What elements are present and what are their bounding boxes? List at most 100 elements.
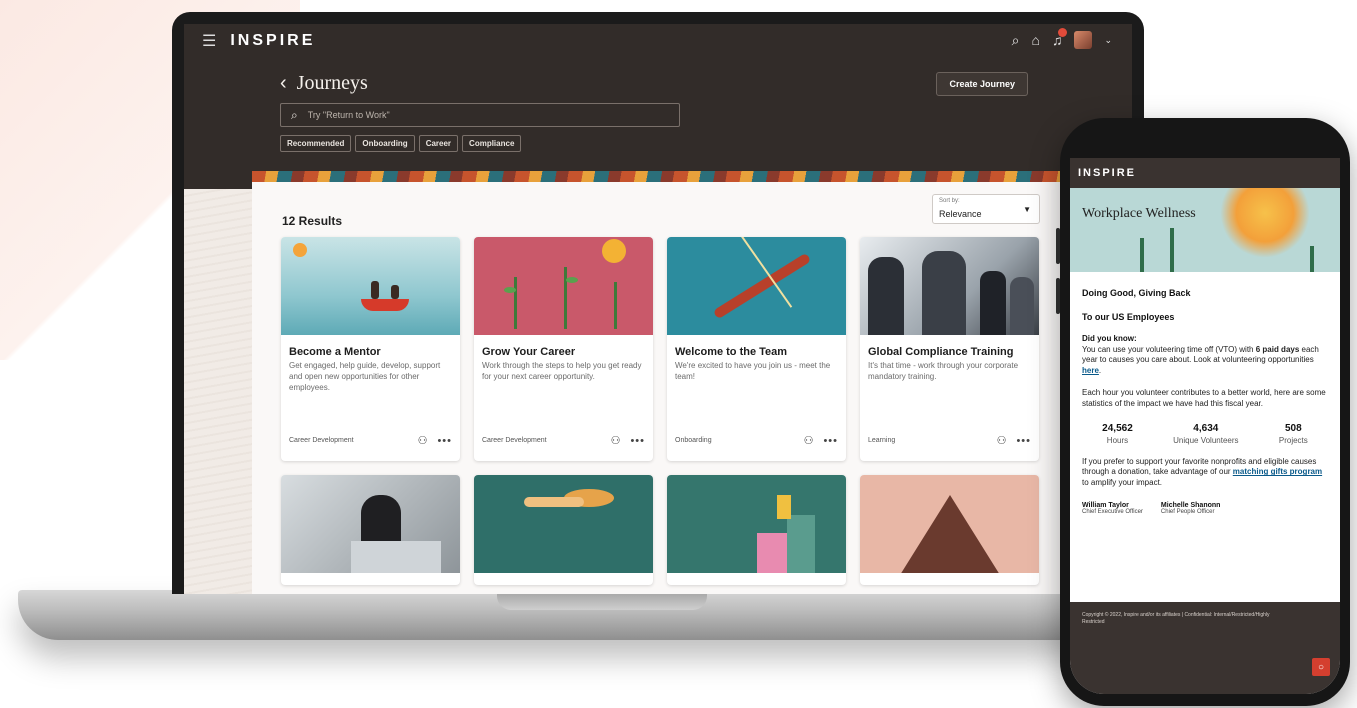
chip-recommended[interactable]: Recommended bbox=[280, 135, 352, 152]
sort-select[interactable]: Sort by: Relevance ▼ bbox=[932, 194, 1040, 224]
signer-cpo: Michelle Shanonn Chief People Officer bbox=[1160, 502, 1221, 516]
stat-volunteers: 4,634 Unique Volunteers bbox=[1173, 422, 1239, 445]
phone-body: Doing Good, Giving Back To our US Employ… bbox=[1070, 272, 1340, 525]
journey-card-compliance[interactable]: Global Compliance Training It's that tim… bbox=[860, 237, 1039, 461]
card-description: It's that time - work through your corpo… bbox=[868, 361, 1019, 382]
card-description: We're excited to have you join us - meet… bbox=[675, 361, 831, 382]
phone-subheading: To our US Employees bbox=[1082, 312, 1175, 322]
card-category: Career Development bbox=[289, 437, 354, 444]
people-icon[interactable]: ⚇ bbox=[611, 434, 621, 447]
signer-ceo: William Taylor Chief Executive Officer bbox=[1082, 502, 1143, 516]
card-footer: Onboarding ⚇ ••• bbox=[675, 434, 838, 448]
page-title-row: ‹ Journeys bbox=[280, 72, 368, 95]
mentor-illustration bbox=[281, 237, 460, 335]
desk-photo bbox=[281, 475, 460, 573]
card-footer: Career Development ⚇ ••• bbox=[289, 434, 452, 448]
marketing-stage: ☰ INSPIRE ⌕ ⌂ ♫ ⌄ ‹ Journeys Create Jour… bbox=[0, 0, 1357, 708]
people-icon[interactable]: ⚇ bbox=[418, 434, 428, 447]
search-placeholder: Try "Return to Work" bbox=[307, 110, 390, 120]
journey-card-summit[interactable] bbox=[860, 475, 1039, 585]
filter-chips: Recommended Onboarding Career Compliance bbox=[280, 135, 522, 152]
card-description: Get engaged, help guide, develop, suppor… bbox=[289, 361, 441, 392]
phone-hero-title: Workplace Wellness bbox=[1082, 206, 1196, 221]
journey-card-blocks[interactable] bbox=[667, 475, 846, 585]
notifications-icon[interactable]: ♫ bbox=[1052, 28, 1068, 48]
people-icon[interactable]: ⚇ bbox=[804, 434, 814, 447]
more-options-icon[interactable]: ••• bbox=[1016, 435, 1031, 447]
sort-value: Relevance bbox=[939, 209, 982, 219]
compliance-photo bbox=[860, 237, 1039, 335]
phone-brand: INSPIRE bbox=[1078, 167, 1137, 179]
caret-down-icon: ▼ bbox=[1023, 205, 1031, 214]
phone-side-button bbox=[1056, 278, 1060, 314]
did-you-know: Did you know: bbox=[1082, 334, 1137, 343]
phone-footer: Copyright © 2022, Inspire and/or its aff… bbox=[1070, 602, 1340, 694]
career-illustration bbox=[474, 237, 653, 335]
copyright-text: Copyright © 2022, Inspire and/or its aff… bbox=[1082, 612, 1270, 625]
card-title: Global Compliance Training bbox=[868, 346, 1014, 358]
brand-logo: INSPIRE bbox=[230, 32, 316, 49]
matching-gifts-link[interactable]: matching gifts program bbox=[1233, 467, 1322, 476]
chip-compliance[interactable]: Compliance bbox=[462, 135, 522, 152]
more-options-icon[interactable]: ••• bbox=[437, 435, 452, 447]
card-description: Work through the steps to help you get r… bbox=[482, 361, 642, 382]
left-pattern bbox=[184, 189, 252, 594]
laptop-screen: ☰ INSPIRE ⌕ ⌂ ♫ ⌄ ‹ Journeys Create Jour… bbox=[184, 24, 1132, 594]
journey-card-return-to-work[interactable] bbox=[281, 475, 460, 585]
results-panel: 12 Results Sort by: Relevance ▼ Become a… bbox=[252, 182, 1132, 594]
phone-side-button bbox=[1056, 228, 1060, 264]
more-options-icon[interactable]: ••• bbox=[823, 435, 838, 447]
back-icon[interactable]: ‹ bbox=[280, 72, 287, 95]
create-journey-button[interactable]: Create Journey bbox=[936, 72, 1028, 96]
sort-label: Sort by: bbox=[939, 198, 960, 204]
phone-header: INSPIRE bbox=[1070, 158, 1340, 188]
page-title: Journeys bbox=[296, 72, 368, 94]
chevron-down-icon[interactable]: ⌄ bbox=[1104, 35, 1112, 46]
phone-screen: INSPIRE Workplace Wellness Doing Good, G… bbox=[1070, 158, 1340, 694]
laptop-notch bbox=[497, 592, 707, 610]
card-category: Onboarding bbox=[675, 437, 712, 444]
stat-hours: 24,562 Hours bbox=[1102, 422, 1133, 445]
swimmer-illustration bbox=[474, 475, 653, 573]
more-options-icon[interactable]: ••• bbox=[630, 435, 645, 447]
top-bar: ☰ INSPIRE ⌕ ⌂ ♫ ⌄ bbox=[184, 24, 1132, 58]
results-count: 12 Results bbox=[282, 214, 343, 228]
phone-notch bbox=[1144, 126, 1266, 152]
journey-grid: Become a Mentor Get engaged, help guide,… bbox=[281, 237, 1041, 585]
search-input[interactable]: ⌕ Try "Return to Work" bbox=[280, 103, 680, 127]
home-icon[interactable]: ⌂ bbox=[1031, 32, 1039, 48]
hamburger-icon[interactable]: ☰ bbox=[202, 31, 216, 51]
notification-badge bbox=[1058, 28, 1068, 37]
journey-card-team[interactable]: Welcome to the Team We're excited to hav… bbox=[667, 237, 846, 461]
journey-card-mentor[interactable]: Become a Mentor Get engaged, help guide,… bbox=[281, 237, 460, 461]
signatures: William Taylor Chief Executive Officer M… bbox=[1082, 502, 1328, 515]
people-icon[interactable]: ⚇ bbox=[997, 434, 1007, 447]
card-category: Career Development bbox=[482, 437, 547, 444]
vto-paragraph: You can use your voluteering time off (V… bbox=[1082, 345, 1319, 375]
blocks-illustration bbox=[667, 475, 846, 573]
impact-paragraph: Each hour you volunteer contributes to a… bbox=[1082, 388, 1326, 408]
chip-onboarding[interactable]: Onboarding bbox=[355, 135, 415, 152]
chip-career[interactable]: Career bbox=[418, 135, 459, 152]
summit-illustration bbox=[860, 475, 1039, 573]
card-footer: Career Development ⚇ ••• bbox=[482, 434, 645, 448]
phone-heading: Doing Good, Giving Back bbox=[1082, 288, 1191, 298]
journey-card-swimmer[interactable] bbox=[474, 475, 653, 585]
card-title: Grow Your Career bbox=[482, 346, 576, 358]
search-icon[interactable]: ⌕ bbox=[1012, 32, 1020, 49]
laptop: ☰ INSPIRE ⌕ ⌂ ♫ ⌄ ‹ Journeys Create Jour… bbox=[172, 12, 1144, 594]
card-category: Learning bbox=[868, 437, 896, 444]
impact-stats: 24,562 Hours 4,634 Unique Volunteers 508… bbox=[1082, 423, 1328, 445]
donation-paragraph: If you prefer to support your favorite n… bbox=[1082, 456, 1323, 487]
card-title: Welcome to the Team bbox=[675, 346, 788, 358]
phone: INSPIRE Workplace Wellness Doing Good, G… bbox=[1056, 118, 1350, 706]
card-footer: Learning ⚇ ••• bbox=[868, 434, 1031, 448]
top-icons: ⌕ ⌂ ♫ ⌄ bbox=[1012, 28, 1112, 49]
avatar[interactable] bbox=[1074, 31, 1093, 49]
journey-card-career[interactable]: Grow Your Career Work through the steps … bbox=[474, 237, 653, 461]
oracle-logo-icon[interactable]: ○ bbox=[1312, 658, 1330, 676]
stat-projects: 508 Projects bbox=[1278, 422, 1308, 445]
here-link[interactable]: here bbox=[1082, 366, 1099, 375]
search-icon: ⌕ bbox=[291, 107, 298, 122]
card-title: Become a Mentor bbox=[289, 346, 381, 358]
